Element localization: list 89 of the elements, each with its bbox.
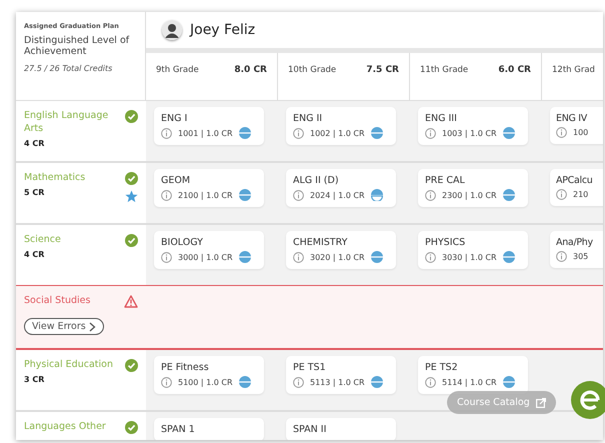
subject-name: Physical Education xyxy=(24,358,113,371)
info-icon[interactable] xyxy=(425,252,436,262)
grade-credits: 8.0 CR xyxy=(234,65,267,75)
course-card[interactable]: PE Fitness 5100 | 1.0 CR xyxy=(154,356,264,394)
external-link-icon xyxy=(536,398,546,408)
course-card[interactable]: ENG II 1002 | 1.0 CR xyxy=(286,107,396,145)
info-icon[interactable] xyxy=(425,376,436,388)
total-credits: 27.5 / 26 Total Credits xyxy=(24,64,114,73)
course-name: ENG IV xyxy=(556,113,588,124)
info-icon[interactable] xyxy=(556,189,567,200)
subject-credits: 5 CR xyxy=(24,188,44,197)
grade-label: 9th Grade xyxy=(156,65,199,75)
student-name: Joey Feliz xyxy=(190,22,256,38)
chevron-icon xyxy=(88,322,96,332)
grade-credits: 6.0 CR xyxy=(498,65,531,75)
course-name: Ana/Phy xyxy=(556,237,594,248)
grade-credits: 7.5 CR xyxy=(366,65,399,75)
info-icon[interactable] xyxy=(293,190,304,200)
info-icon[interactable] xyxy=(161,128,172,138)
course-code-credits: 3020 | 1.0 CR xyxy=(310,252,365,262)
course-name: ENG II xyxy=(293,113,324,124)
subject-credits: 4 CR xyxy=(24,139,44,148)
course-card[interactable]: PHYSICS 3030 | 1.0 CR xyxy=(418,231,528,269)
course-card[interactable]: ENG IV 100 xyxy=(550,107,603,144)
course-card[interactable]: ENG III 1003 | 1.0 CR xyxy=(418,107,528,145)
grade-label: 12th Grad xyxy=(552,65,595,75)
course-code-credits: 100 xyxy=(573,128,588,137)
info-icon[interactable] xyxy=(293,128,304,138)
subject-name: Mathematics xyxy=(24,171,86,184)
course-code-credits: 1002 | 1.0 CR xyxy=(310,128,365,138)
course-code-credits: 2024 | 1.0 CR xyxy=(310,190,365,200)
course-name: APCalcu xyxy=(556,175,594,186)
course-card[interactable]: APCalcu 210 xyxy=(550,169,603,206)
course-code-credits: 5114 | 1.0 CR xyxy=(442,378,497,386)
course-name: CHEMISTRY xyxy=(293,237,348,248)
course-name: PE TS2 xyxy=(425,362,459,373)
course-code-credits: 3030 | 1.0 CR xyxy=(442,252,497,262)
info-icon[interactable] xyxy=(556,127,567,138)
subject-name: Languages Other xyxy=(24,420,106,433)
course-card[interactable]: ALG II (D) 2024 | 1.0 CR xyxy=(286,169,396,207)
subject-credits: 4 CR xyxy=(24,250,44,259)
course-card[interactable]: ENG I 1001 | 1.0 CR xyxy=(154,107,264,145)
subject-name: Social Studies xyxy=(24,294,90,307)
course-card[interactable]: SPAN 1 xyxy=(154,418,264,440)
info-icon[interactable] xyxy=(293,376,304,388)
subject-name: English Language Arts xyxy=(24,109,110,135)
course-name: ENG I xyxy=(161,113,188,124)
course-card[interactable]: PRE CAL 2300 | 1.0 CR xyxy=(418,169,528,207)
course-name: PE Fitness xyxy=(161,362,210,373)
menu-fab-icon[interactable] xyxy=(570,380,605,420)
info-icon[interactable] xyxy=(161,190,172,200)
course-name: PE TS1 xyxy=(293,362,327,373)
course-name: SPAN II xyxy=(293,424,328,435)
course-name: SPAN 1 xyxy=(161,424,196,435)
course-name: ENG III xyxy=(425,113,458,124)
plan-name: Distinguished Level of Achievement xyxy=(24,35,130,57)
subject-name: Science xyxy=(24,233,61,246)
subject-credits: 3 CR xyxy=(24,375,44,384)
course-code-credits: 5100 | 1.0 CR xyxy=(178,378,233,386)
avatar-icon xyxy=(162,20,182,40)
course-code-credits: 2100 | 1.0 CR xyxy=(178,190,233,200)
info-icon[interactable] xyxy=(161,376,172,388)
course-code-credits: 305 xyxy=(573,252,588,261)
course-code-credits: 3000 | 1.0 CR xyxy=(178,252,233,262)
course-code-credits: 2300 | 1.0 CR xyxy=(442,190,497,200)
course-card[interactable]: CHEMISTRY 3020 | 1.0 CR xyxy=(286,231,396,269)
course-card[interactable]: GEOM 2100 | 1.0 CR xyxy=(154,169,264,207)
view-errors-button[interactable]: View Errors xyxy=(24,318,104,335)
course-card[interactable]: BIOLOGY 3000 | 1.0 CR xyxy=(154,231,264,269)
info-icon[interactable] xyxy=(425,190,436,200)
course-name: ALG II (D) xyxy=(293,175,340,186)
grade-label: 10th Grade xyxy=(288,65,336,75)
course-code-credits: 1003 | 1.0 CR xyxy=(442,128,497,138)
course-code-credits: 210 xyxy=(573,190,588,199)
info-icon[interactable] xyxy=(425,128,436,138)
course-code-credits: 5113 | 1.0 CR xyxy=(310,378,365,386)
course-code-credits: 1001 | 1.0 CR xyxy=(178,128,233,138)
course-card[interactable]: PE TS1 5113 | 1.0 CR xyxy=(286,356,396,394)
course-card[interactable]: Ana/Phy 305 xyxy=(550,231,603,268)
course-card[interactable]: SPAN II xyxy=(286,418,396,440)
course-name: PRE CAL xyxy=(425,175,466,186)
course-name: PHYSICS xyxy=(425,237,466,248)
info-icon[interactable] xyxy=(556,251,567,262)
course-card[interactable]: PE TS2 5114 | 1.0 CR xyxy=(418,356,528,394)
course-name: GEOM xyxy=(161,175,192,186)
course-name: BIOLOGY xyxy=(161,237,204,248)
info-icon[interactable] xyxy=(161,252,172,262)
grade-label: 11th Grade xyxy=(420,65,468,75)
info-icon[interactable] xyxy=(293,252,304,262)
